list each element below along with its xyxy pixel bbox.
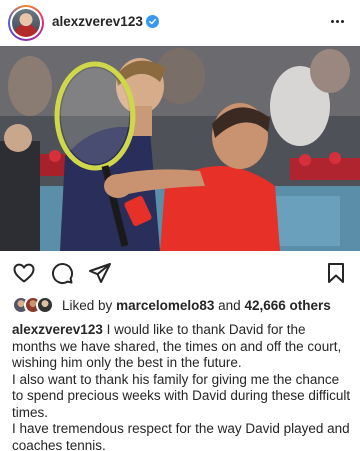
send-icon[interactable] bbox=[88, 261, 112, 285]
post-caption: alexzverev123 I would like to thank Davi… bbox=[12, 322, 352, 451]
post-header: alexzverev123 bbox=[0, 0, 360, 46]
post-photo-image bbox=[0, 46, 360, 251]
likes-connector: and bbox=[218, 298, 241, 313]
post-photo[interactable] bbox=[0, 46, 360, 251]
likes-text[interactable]: Liked by marcelomelo83 and 42,666 others bbox=[62, 298, 331, 313]
likes-count[interactable]: 42,666 others bbox=[244, 298, 330, 313]
liker-username[interactable]: marcelomelo83 bbox=[116, 298, 214, 313]
caption-paragraph-3: I have tremendous respect for the way Da… bbox=[12, 421, 350, 451]
liker-avatars bbox=[12, 295, 58, 315]
verified-badge-icon bbox=[146, 15, 159, 28]
profile-avatar[interactable] bbox=[8, 5, 44, 41]
avatar bbox=[36, 296, 54, 314]
caption-username[interactable]: alexzverev123 bbox=[12, 322, 103, 337]
heart-icon[interactable] bbox=[12, 261, 36, 285]
likes-prefix: Liked by bbox=[62, 298, 113, 313]
caption-paragraph-2: I also want to thank his family for givi… bbox=[12, 371, 351, 420]
likes-row[interactable]: Liked by marcelomelo83 and 42,666 others bbox=[12, 295, 352, 315]
bookmark-icon[interactable] bbox=[324, 261, 348, 285]
comment-icon[interactable] bbox=[50, 261, 74, 285]
caption-paragraph: alexzverev123 I would like to thank Davi… bbox=[12, 322, 352, 372]
post-username[interactable]: alexzverev123 bbox=[52, 14, 143, 29]
post-action-bar bbox=[0, 251, 360, 291]
more-options-icon[interactable] bbox=[326, 12, 348, 30]
